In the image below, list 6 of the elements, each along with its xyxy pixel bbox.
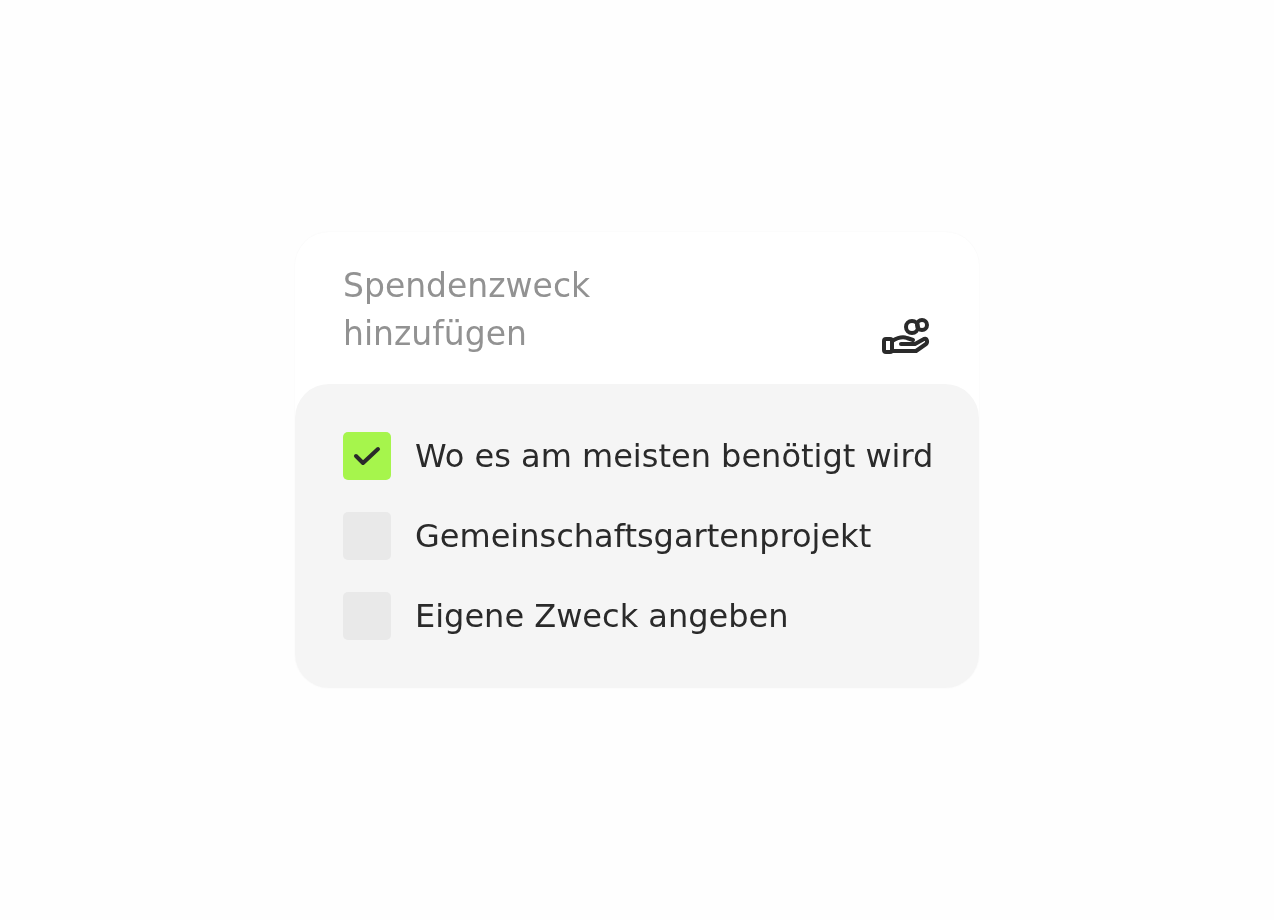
- check-icon: [352, 444, 382, 468]
- option-label: Wo es am meisten benötigt wird: [415, 437, 934, 475]
- card-title: Spendenzweck hinzufügen: [343, 265, 592, 355]
- option-label: Gemeinschaftsgartenprojekt: [415, 517, 872, 555]
- checkbox[interactable]: [343, 432, 391, 480]
- option-label: Eigene Zweck angeben: [415, 597, 789, 635]
